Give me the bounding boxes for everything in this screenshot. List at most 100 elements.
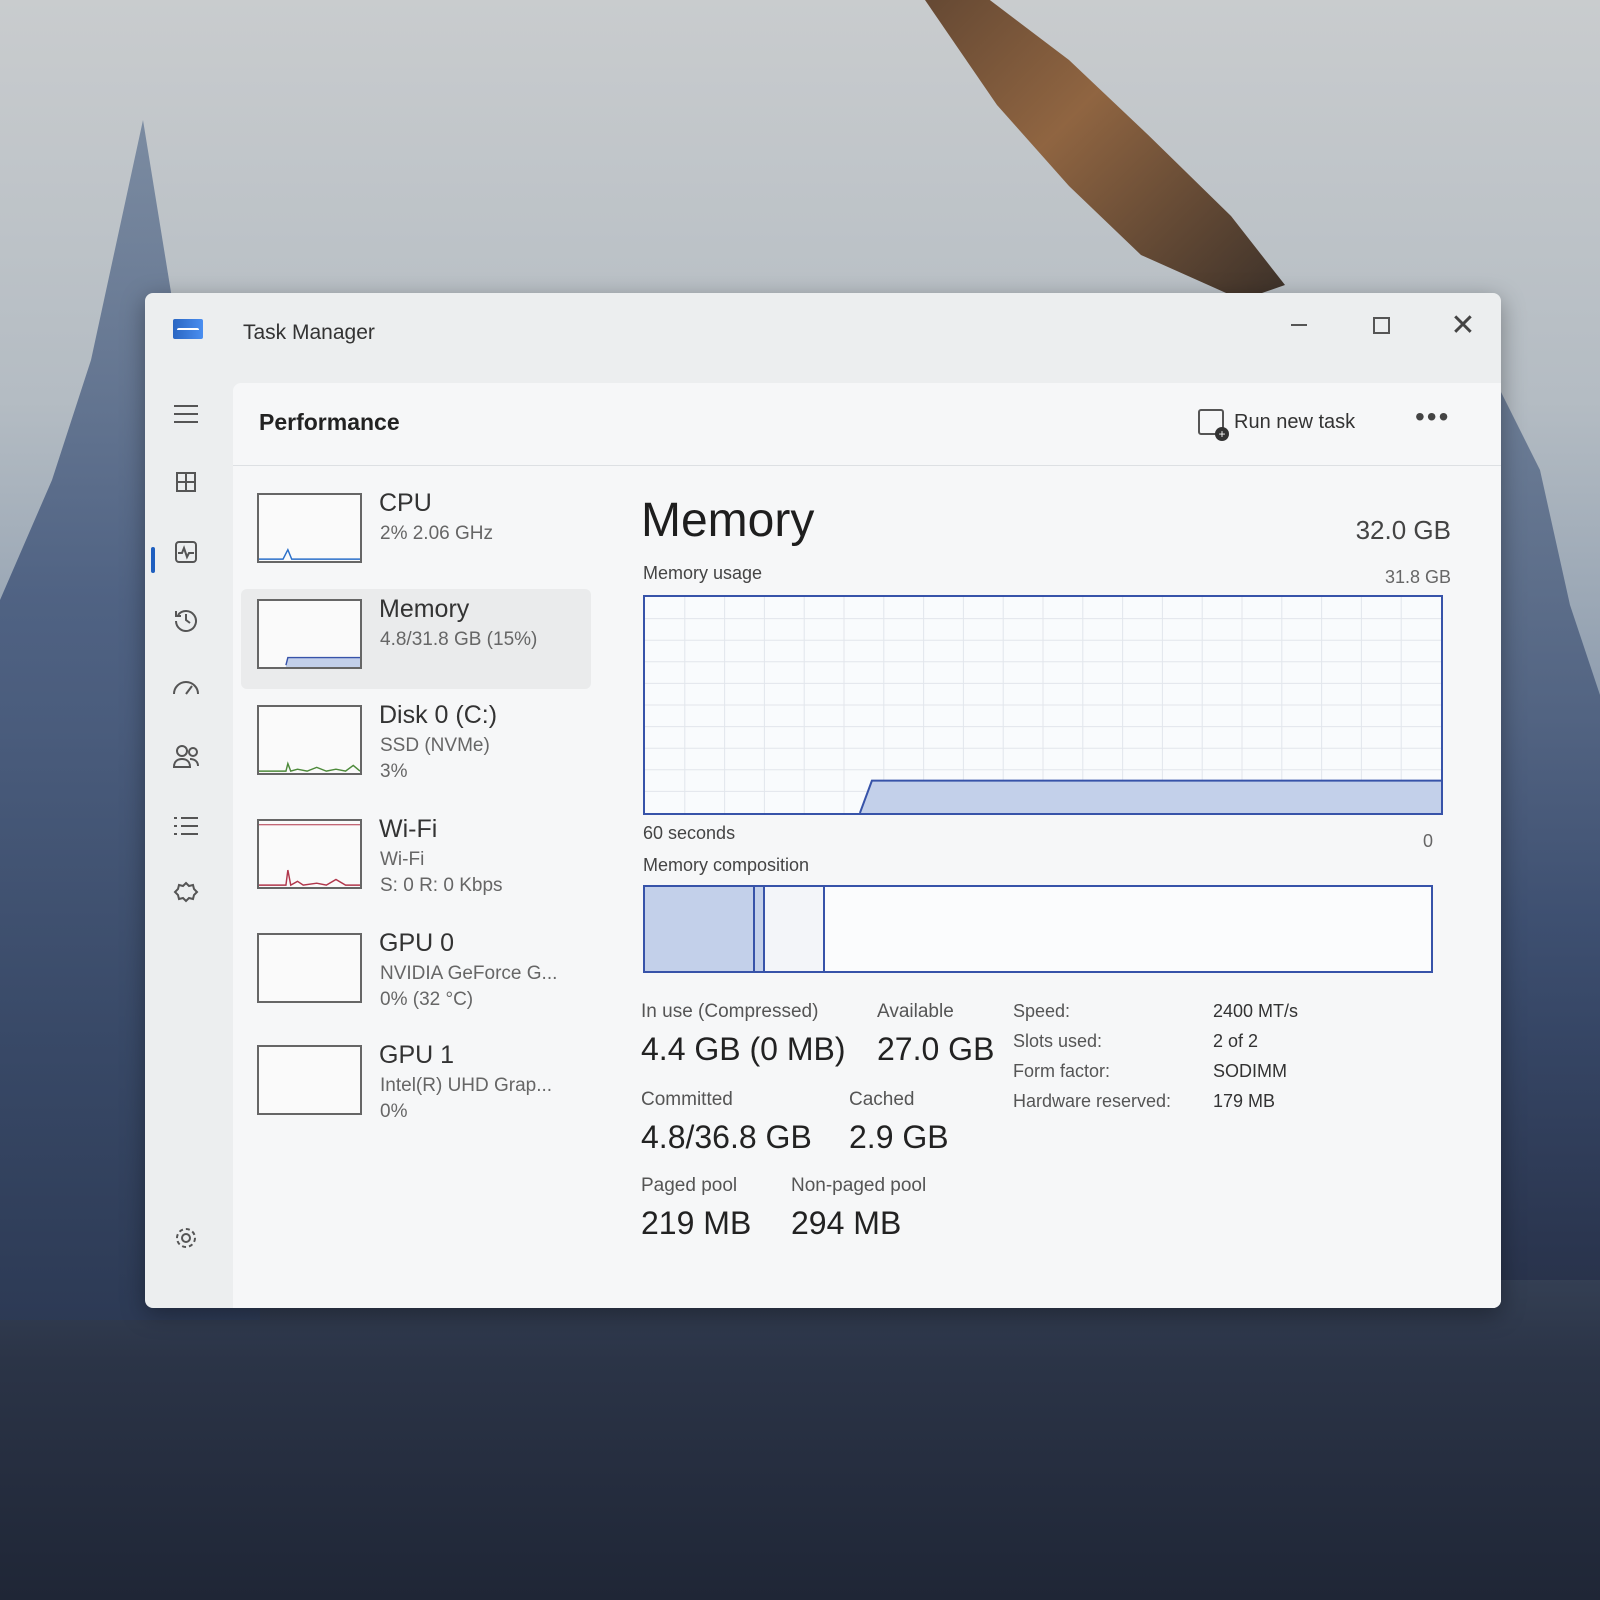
device-wifi[interactable]: Wi-Fi Wi-Fi S: 0 R: 0 Kbps [241,809,591,909]
device-disk[interactable]: Disk 0 (C:) SSD (NVMe) 3% [241,695,591,795]
composition-in-use [645,887,755,971]
nav-active-indicator [151,547,155,573]
device-name: GPU 1 [379,1041,455,1069]
device-detail: Intel(R) UHD Grap... [380,1075,553,1096]
spec-value: 2 of 2 [1213,1031,1259,1051]
grid-icon [176,472,196,492]
users-icon [172,745,199,768]
spec-value: 2400 MT/s [1213,1001,1299,1021]
spec-key: Form factor: [1013,1061,1111,1081]
spec-key: Slots used: [1013,1031,1103,1051]
spec-value: SODIMM [1213,1061,1287,1081]
device-gpu0[interactable]: GPU 0 NVIDIA GeForce G... 0% (32 °C) [241,923,591,1023]
gpu0-thumbnail [257,933,362,1003]
memory-usage-chart [645,597,1441,813]
device-cpu[interactable]: CPU 2% 2.06 GHz [241,483,591,583]
device-gpu1[interactable]: GPU 1 Intel(R) UHD Grap... 0% [241,1035,591,1135]
task-manager-window: Task Manager ✕ Performance + Run new tas… [145,293,1501,1308]
nav-item-processes[interactable] [171,467,201,497]
stat-label: In use (Compressed) [641,1001,819,1022]
spec-key: Hardware reserved: [1013,1091,1172,1111]
performance-content: Performance Run new task ••• CPU 2% 2.06… [233,383,1501,1308]
stat-value: 4.8/36.8 GB [641,1119,812,1155]
close-icon: ✕ [1450,308,1476,342]
puzzle-icon [173,881,199,903]
device-detail: Wi-Fi [380,849,425,870]
memory-title: Memory [641,494,815,547]
title-bar: Task Manager ✕ [145,293,1501,383]
nav-item-app-history[interactable] [171,605,201,635]
cpu-thumbnail [257,493,362,563]
stat-available: Available 27.0 GB [877,1001,994,1068]
gauge-icon [173,681,199,695]
gpu1-thumbnail [257,1045,362,1115]
list-icon [174,817,198,835]
stat-label: Cached [849,1089,915,1110]
stat-value: 219 MB [641,1205,752,1241]
device-detail-2: 3% [380,761,408,782]
window-title: Task Manager [243,321,375,344]
more-options-button[interactable]: ••• [1415,401,1450,433]
device-detail-2: S: 0 R: 0 Kbps [380,875,503,896]
memory-usage-max: 31.8 GB [1384,567,1451,587]
memory-composition-label: Memory composition [643,855,810,875]
maximize-icon [1372,316,1390,334]
stat-paged-pool: Paged pool 219 MB [641,1175,751,1242]
nav-item-details[interactable] [171,811,201,841]
stat-label: Available [877,1001,954,1022]
maximize-button[interactable] [1351,307,1411,343]
close-button[interactable]: ✕ [1433,307,1493,343]
nav-item-performance[interactable] [171,537,201,567]
device-name: Wi-Fi [379,815,438,843]
run-new-task-label: Run new task [1234,410,1356,433]
composition-modified [755,887,765,971]
spec-value: 179 MB [1213,1091,1276,1111]
memory-panel: Memory 32.0 GB Memory usage 31.8 GB 60 s… [641,483,1451,1303]
run-task-icon [1198,409,1229,441]
composition-free [825,887,1431,971]
stat-value: 294 MB [791,1205,902,1241]
run-new-task-button[interactable]: Run new task [1198,409,1356,441]
wallpaper-bird [925,0,1285,300]
stat-value: 27.0 GB [877,1031,995,1067]
stat-label: Paged pool [641,1175,738,1196]
spec-row-speed: Speed: 2400 MT/s [1013,1001,1433,1031]
stat-label: Non-paged pool [791,1175,927,1196]
minimize-icon [1291,324,1307,326]
composition-standby [765,887,825,971]
task-manager-logo-icon [173,319,203,339]
stat-value: 4.4 GB (0 MB) [641,1031,846,1067]
device-detail-2: 0% (32 °C) [380,989,474,1010]
nav-item-startup-apps[interactable] [171,673,201,703]
memory-specs: Speed: 2400 MT/s Slots used: 2 of 2 Form… [1013,1001,1433,1121]
device-name: GPU 0 [379,929,455,957]
memory-composition-bar [643,885,1433,973]
stat-committed: Committed 4.8/36.8 GB [641,1089,812,1156]
device-name: Memory [379,595,470,623]
device-memory[interactable]: Memory 4.8/31.8 GB (15%) [241,589,591,689]
stat-value: 2.9 GB [849,1119,949,1155]
page-title: Performance [259,409,400,435]
stat-in-use: In use (Compressed) 4.4 GB (0 MB) [641,1001,846,1068]
nav-item-settings[interactable] [171,1223,201,1253]
device-name: Disk 0 (C:) [379,701,498,729]
stat-label: Committed [641,1089,733,1110]
stat-cached: Cached 2.9 GB [849,1089,949,1156]
device-detail: SSD (NVMe) [380,735,490,756]
activity-icon [175,541,197,563]
memory-thumbnail [257,599,362,669]
device-detail: NVIDIA GeForce G... [380,963,558,984]
wifi-thumbnail [257,819,362,889]
stat-non-paged-pool: Non-paged pool 294 MB [791,1175,926,1242]
hamburger-icon[interactable] [171,399,201,429]
memory-usage-label: Memory usage [643,563,763,583]
nav-item-users[interactable] [171,741,201,771]
spec-row-hardware-reserved: Hardware reserved: 179 MB [1013,1091,1433,1121]
memory-usage-graph [643,595,1443,815]
minimize-button[interactable] [1269,307,1329,343]
device-name: CPU [379,489,432,517]
spec-key: Speed: [1013,1001,1071,1021]
graph-time-label: 60 seconds [643,823,736,843]
nav-item-services[interactable] [171,879,201,909]
device-detail-2: 0% [380,1101,408,1122]
